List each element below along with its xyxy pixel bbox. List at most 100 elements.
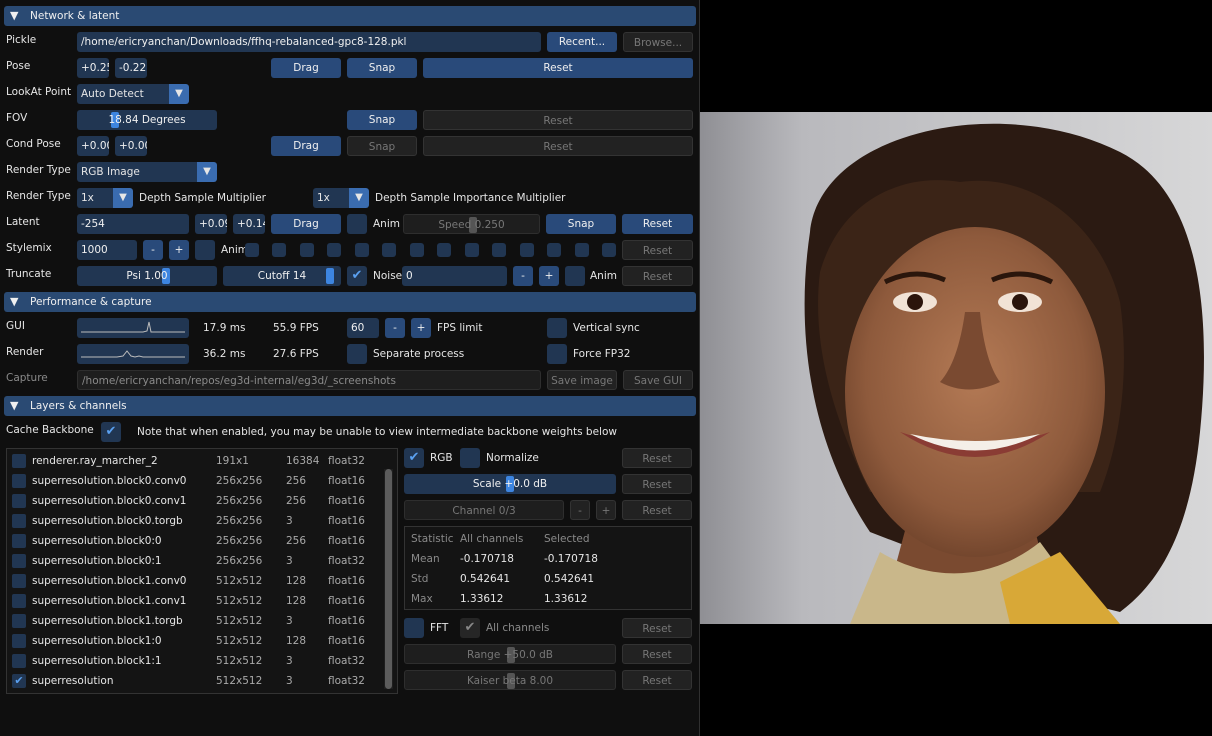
fov-reset-button[interactable]: Reset [423, 110, 693, 130]
layer-row[interactable]: superresolution.block1:1 512x512 3 float32 [7, 651, 383, 671]
slider-grab[interactable] [325, 268, 334, 284]
stylemix-layer-checkbox[interactable] [245, 243, 259, 257]
rgb-checkbox[interactable]: ✔ [404, 448, 424, 468]
cutoff-slider[interactable]: Cutoff 14 [223, 266, 341, 286]
stylemix-layer-checkbox[interactable] [547, 243, 561, 257]
stylemix-layer-checkbox[interactable] [300, 243, 314, 257]
layer-row[interactable]: superresolution.block1.conv0 512x512 128 fl… [7, 571, 383, 591]
stylemix-layer-checkbox[interactable] [575, 243, 589, 257]
layer-checkbox[interactable] [12, 514, 26, 528]
latent-speed-slider[interactable]: Speed 0.250 [403, 214, 540, 234]
range-slider[interactable]: Range +50.0 dB [404, 644, 616, 664]
stylemix-layer-checkbox[interactable] [355, 243, 369, 257]
layer-row[interactable]: ✔ superresolution 512x512 3 float32 [7, 671, 383, 691]
layer-checkbox[interactable] [12, 474, 26, 488]
pickle-path-input[interactable]: /home/ericryanchan/Downloads/ffhq-rebala… [77, 32, 541, 52]
pose-reset-button[interactable]: Reset [423, 58, 693, 78]
all-channels-checkbox[interactable]: ✔ [460, 618, 480, 638]
pose-x-input[interactable]: +0.25 [77, 58, 109, 78]
save-gui-button[interactable]: Save GUI [623, 370, 693, 390]
stylemix-input[interactable]: 1000 [77, 240, 137, 260]
range-reset-button[interactable]: Reset [622, 644, 692, 664]
pose-y-input[interactable]: -0.22 [115, 58, 147, 78]
render-type-dropdown[interactable]: RGB Image ▼ [77, 162, 217, 182]
layer-checkbox[interactable] [12, 554, 26, 568]
latent-seed-input[interactable]: -254 [77, 214, 189, 234]
layer-row[interactable]: superresolution.block0:0 256x256 256 float1… [7, 531, 383, 551]
layer-row[interactable]: superresolution.block1.conv1 512x512 128 fl… [7, 591, 383, 611]
layer-checkbox[interactable] [12, 534, 26, 548]
recent-button[interactable]: Recent... [547, 32, 617, 52]
depth-multiplier-dropdown[interactable]: 1x ▼ [77, 188, 133, 208]
layer-list[interactable]: renderer.ray_marcher_2 191x1 16384 float32 s… [6, 448, 398, 694]
layer-checkbox[interactable] [12, 574, 26, 588]
browse-button[interactable]: Browse... [623, 32, 693, 52]
truncate-reset-button[interactable]: Reset [622, 266, 693, 286]
layer-checkbox[interactable] [12, 454, 26, 468]
fov-slider[interactable]: 18.84 Degrees [77, 110, 217, 130]
layer-checkbox[interactable] [12, 614, 26, 628]
layer-checkbox[interactable] [12, 634, 26, 648]
stylemix-layer-checkbox[interactable] [327, 243, 341, 257]
stylemix-anim-checkbox[interactable] [195, 240, 215, 260]
cond-y-input[interactable]: +0.00 [115, 136, 147, 156]
pose-drag-button[interactable]: Drag [271, 58, 341, 78]
noise-seed-input[interactable]: 0 [402, 266, 507, 286]
vsync-checkbox[interactable] [547, 318, 567, 338]
kaiser-reset-button[interactable]: Reset [622, 670, 692, 690]
pose-snap-button[interactable]: Snap [347, 58, 417, 78]
fft-checkbox[interactable] [404, 618, 424, 638]
stylemix-layer-checkbox[interactable] [492, 243, 506, 257]
cond-snap-button[interactable]: Snap [347, 136, 417, 156]
layer-row[interactable]: superresolution.block0.conv0 256x256 256 fl… [7, 471, 383, 491]
latent-drag-button[interactable]: Drag [271, 214, 341, 234]
save-image-button[interactable]: Save image [547, 370, 617, 390]
stylemix-layer-checkbox[interactable] [437, 243, 451, 257]
scrollbar-thumb[interactable] [385, 469, 392, 689]
channel-reset-button[interactable]: Reset [622, 500, 692, 520]
channel-slider[interactable]: Channel 0/3 [404, 500, 564, 520]
latent-x-input[interactable]: +0.09 [195, 214, 227, 234]
lookat-dropdown[interactable]: Auto Detect ▼ [77, 84, 189, 104]
stylemix-layer-checkbox[interactable] [272, 243, 286, 257]
stylemix-plus-button[interactable]: + [169, 240, 189, 260]
fps-limit-input[interactable]: 60 [347, 318, 379, 338]
cond-drag-button[interactable]: Drag [271, 136, 341, 156]
section-header-performance[interactable]: ▼ Performance & capture [4, 292, 696, 312]
separate-process-checkbox[interactable] [347, 344, 367, 364]
section-header-network[interactable]: ▼ Network & latent [4, 6, 696, 26]
layer-row[interactable]: renderer.ray_marcher_2 191x1 16384 float32 [7, 451, 383, 471]
stylemix-layer-checkbox[interactable] [465, 243, 479, 257]
stylemix-reset-button[interactable]: Reset [622, 240, 693, 260]
latent-snap-button[interactable]: Snap [546, 214, 616, 234]
noise-plus-button[interactable]: + [539, 266, 559, 286]
latent-anim-checkbox[interactable] [347, 214, 367, 234]
layer-row[interactable]: superresolution.block1:0 512x512 128 float1… [7, 631, 383, 651]
scale-slider[interactable]: Scale +0.0 dB [404, 474, 616, 494]
render-viewport[interactable] [700, 0, 1212, 736]
stylemix-layer-checkbox[interactable] [382, 243, 396, 257]
layer-row[interactable]: superresolution.block0.conv1 256x256 256 fl… [7, 491, 383, 511]
cond-reset-button[interactable]: Reset [423, 136, 693, 156]
stylemix-layer-checkbox[interactable] [520, 243, 534, 257]
stylemix-layer-checkbox[interactable] [602, 243, 616, 257]
stylemix-layer-checkbox[interactable] [410, 243, 424, 257]
noise-minus-button[interactable]: - [513, 266, 533, 286]
section-header-layers[interactable]: ▼ Layers & channels [4, 396, 696, 416]
fov-snap-button[interactable]: Snap [347, 110, 417, 130]
rgb-reset-button[interactable]: Reset [622, 448, 692, 468]
latent-reset-button[interactable]: Reset [622, 214, 693, 234]
depth-importance-dropdown[interactable]: 1x ▼ [313, 188, 369, 208]
noise-checkbox[interactable]: ✔ [347, 266, 367, 286]
layer-checkbox[interactable] [12, 654, 26, 668]
stylemix-minus-button[interactable]: - [143, 240, 163, 260]
layer-row[interactable]: superresolution.block0:1 256x256 3 float32 [7, 551, 383, 571]
layer-checkbox[interactable]: ✔ [12, 674, 26, 688]
fft-reset-button[interactable]: Reset [622, 618, 692, 638]
psi-slider[interactable]: Psi 1.00 [77, 266, 217, 286]
noise-anim-checkbox[interactable] [565, 266, 585, 286]
cache-backbone-checkbox[interactable]: ✔ [101, 422, 121, 442]
layer-row[interactable]: superresolution.block0.torgb 256x256 3 floa… [7, 511, 383, 531]
fps-minus-button[interactable]: - [385, 318, 405, 338]
fps-plus-button[interactable]: + [411, 318, 431, 338]
